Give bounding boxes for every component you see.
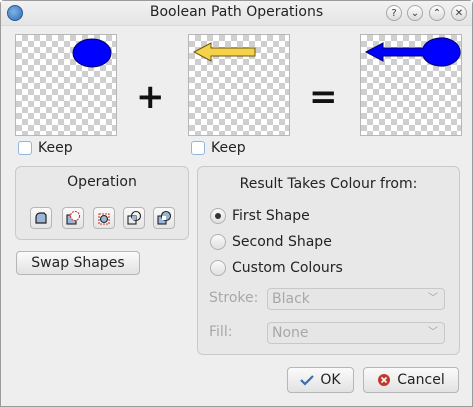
keep-first-checkbox[interactable]: Keep	[18, 140, 73, 156]
keep-first-label: Keep	[38, 140, 73, 156]
intersection-button[interactable]	[123, 207, 145, 229]
stroke-select[interactable]: Black ﹀	[267, 288, 445, 310]
radio-first-shape[interactable]: First Shape	[210, 208, 310, 224]
check-icon	[300, 375, 315, 386]
keep-second-checkbox[interactable]: Keep	[191, 140, 246, 156]
stroke-label: Stroke:	[209, 290, 259, 306]
fill-select[interactable]: None ﹀	[267, 322, 445, 344]
plus-sign: +	[136, 77, 165, 117]
radio-second-shape-indicator[interactable]	[210, 234, 226, 250]
union-button[interactable]	[30, 207, 52, 229]
difference-button[interactable]	[62, 207, 84, 229]
fill-label: Fill:	[209, 324, 233, 340]
radio-custom-colours-indicator[interactable]	[210, 260, 226, 276]
radio-custom-colours-label: Custom Colours	[232, 260, 343, 276]
minimize-icon[interactable]: ⌄	[407, 5, 423, 21]
reverse-difference-button[interactable]	[93, 207, 115, 229]
fill-value: None	[272, 325, 309, 341]
result-colour-group: Result Takes Colour from: First Shape Se…	[197, 166, 460, 355]
first-shape-ellipse	[72, 38, 112, 68]
help-icon[interactable]: ?	[386, 5, 402, 21]
cancel-icon	[378, 374, 391, 386]
radio-custom-colours[interactable]: Custom Colours	[210, 260, 343, 276]
ok-label: OK	[320, 372, 341, 388]
reverse-difference-icon	[98, 213, 110, 225]
titlebar: Boolean Path Operations ? ⌄ ⌃ ✕	[1, 1, 472, 26]
result-preview	[360, 34, 462, 136]
boolean-path-dialog: Boolean Path Operations ? ⌄ ⌃ ✕ + = Keep…	[0, 0, 473, 407]
chevron-down-icon: ﹀	[428, 327, 438, 338]
radio-second-shape[interactable]: Second Shape	[210, 234, 332, 250]
intersection-icon	[127, 210, 142, 225]
union-icon	[35, 212, 47, 224]
radio-first-shape-label: First Shape	[232, 208, 310, 224]
result-shape	[364, 37, 461, 67]
keep-second-label: Keep	[211, 140, 246, 156]
keep-first-box[interactable]	[18, 141, 32, 155]
operation-title: Operation	[67, 174, 137, 190]
close-icon[interactable]: ✕	[451, 5, 467, 21]
second-shape-preview	[188, 34, 290, 136]
result-colour-title: Result Takes Colour from:	[239, 176, 418, 192]
ok-button[interactable]: OK	[287, 367, 354, 393]
equals-sign: =	[309, 77, 338, 117]
maximize-icon[interactable]: ⌃	[429, 5, 445, 21]
stroke-value: Black	[272, 291, 310, 307]
first-shape-preview	[15, 34, 117, 136]
radio-first-shape-indicator[interactable]	[210, 208, 226, 224]
second-shape-arrow	[192, 42, 256, 62]
exclusion-button[interactable]	[153, 207, 175, 229]
cancel-label: Cancel	[397, 372, 445, 388]
cancel-button[interactable]: Cancel	[363, 367, 459, 393]
chevron-down-icon: ﹀	[428, 293, 438, 304]
difference-icon	[66, 210, 81, 225]
operation-group: Operation	[15, 166, 189, 240]
radio-second-shape-label: Second Shape	[232, 234, 332, 250]
exclusion-icon	[157, 210, 172, 225]
swap-shapes-button[interactable]: Swap Shapes	[16, 251, 140, 275]
keep-second-box[interactable]	[191, 141, 205, 155]
